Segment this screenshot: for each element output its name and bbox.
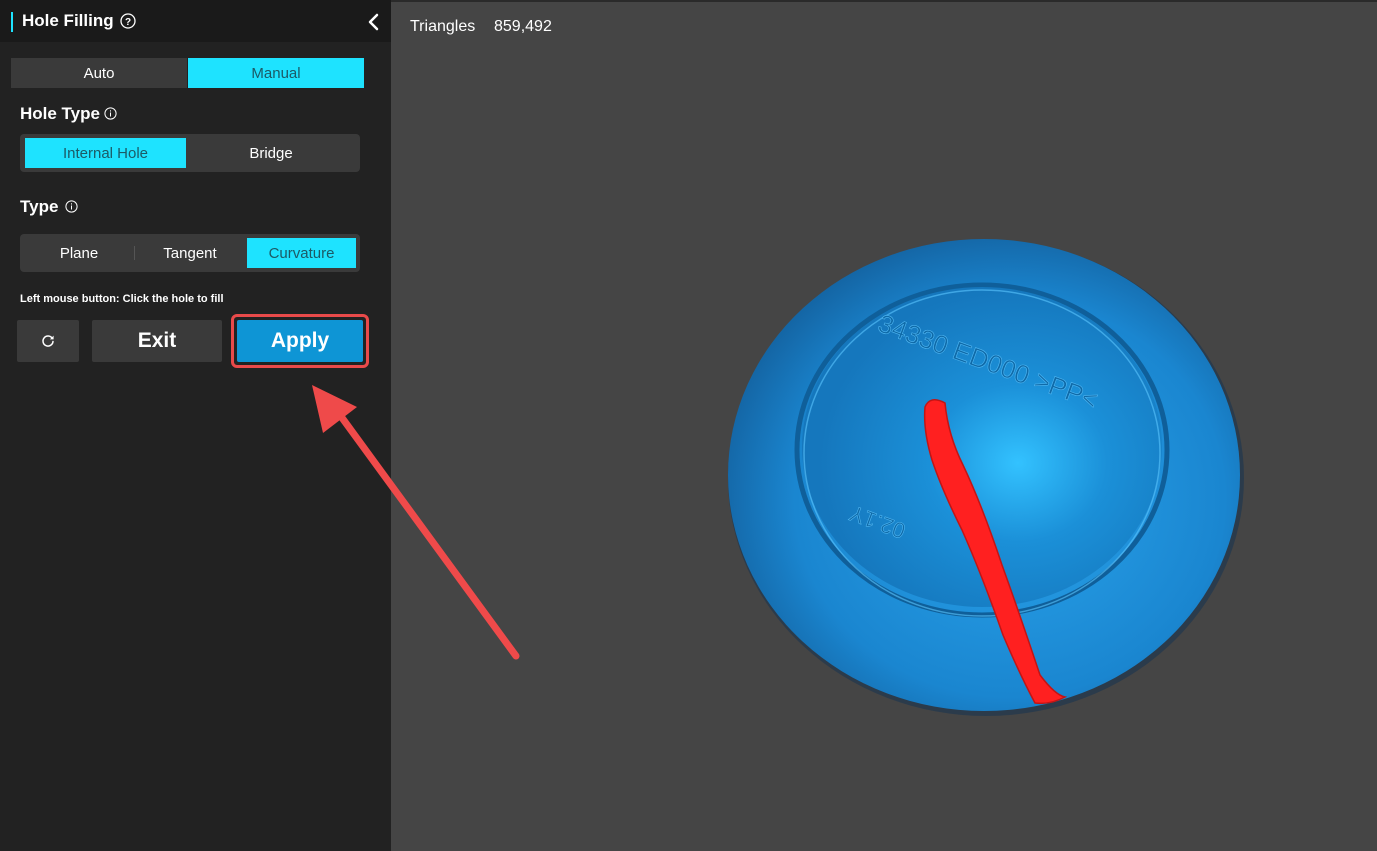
refresh-icon xyxy=(42,335,54,347)
apply-button[interactable]: Apply xyxy=(237,320,363,362)
info-icon[interactable] xyxy=(65,200,78,213)
exit-button[interactable]: Exit xyxy=(92,320,222,362)
option-internal-hole[interactable]: Internal Hole xyxy=(25,138,186,168)
header-accent-bar xyxy=(11,12,13,32)
triangles-label: Triangles xyxy=(410,18,476,35)
panel-header: Hole Filling ? xyxy=(0,0,391,42)
viewport-top-border xyxy=(391,0,1377,2)
hint-text: Left mouse button: Click the hole to fil… xyxy=(20,293,224,305)
panel-title: Hole Filling xyxy=(22,11,114,30)
hole-type-label: Hole Type xyxy=(20,104,100,123)
triangles-count: 859,492 xyxy=(494,18,552,35)
option-tangent[interactable]: Tangent xyxy=(135,238,245,268)
reset-button[interactable] xyxy=(17,320,79,362)
help-icon[interactable]: ? xyxy=(120,13,136,29)
type-label: Type xyxy=(20,197,59,216)
tab-auto[interactable]: Auto xyxy=(11,58,187,88)
info-icon[interactable] xyxy=(104,107,117,120)
chevron-left-icon[interactable] xyxy=(365,12,383,32)
option-plane[interactable]: Plane xyxy=(24,238,134,268)
svg-text:?: ? xyxy=(125,17,131,28)
tab-manual[interactable]: Manual xyxy=(188,58,364,88)
3d-model-disc[interactable]: 34330 ED000 >PP< 02.1Y xyxy=(720,235,1250,725)
red-annotation-arrow xyxy=(312,385,520,660)
option-bridge[interactable]: Bridge xyxy=(188,138,354,168)
option-curvature[interactable]: Curvature xyxy=(247,238,356,268)
